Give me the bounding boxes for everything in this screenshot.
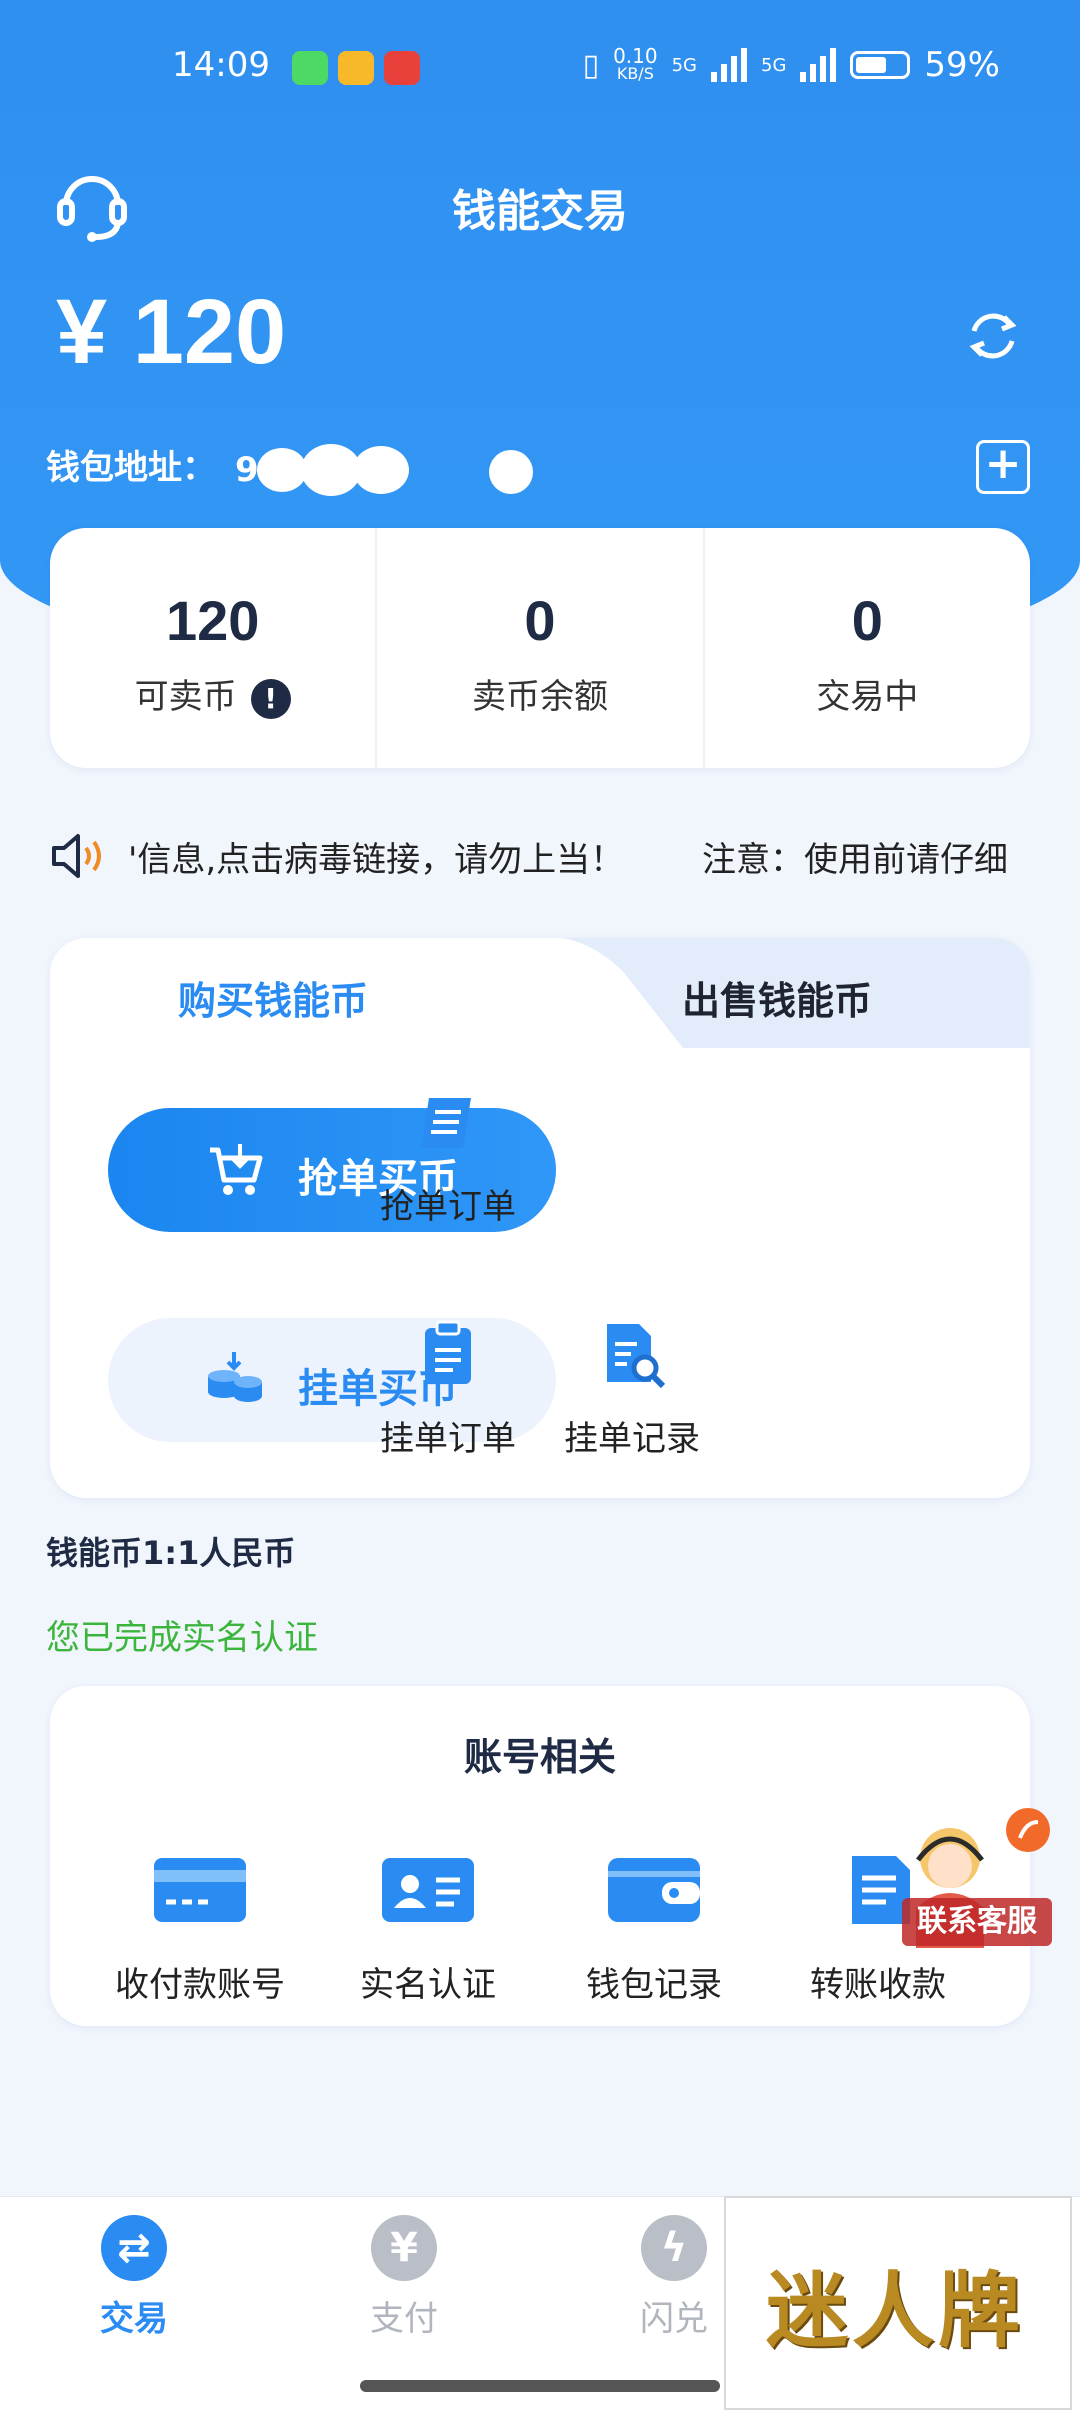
notice-marquee[interactable]: '信息,点击病毒链接，请勿上当！ 注意：使用前请仔细 [50, 830, 1040, 880]
cart-icon [210, 1144, 263, 1195]
speaker-icon [52, 834, 101, 878]
tab-trade-label: 交易 [100, 2299, 168, 2339]
notification-icons [292, 51, 420, 85]
tab-payment[interactable]: ¥ 支付 [324, 2215, 484, 2340]
grab-orders-label: 抢单订单 [380, 1187, 516, 1227]
lightning-icon: ϟ [641, 2215, 707, 2281]
net-speed: 0.10 KB/S [613, 44, 658, 83]
info-icon[interactable]: ! [250, 678, 291, 719]
stat-sellable: 120 可卖币! [50, 528, 375, 768]
trade-tabs: 购买钱能币 出售钱能币 [50, 938, 1030, 1048]
stat-label: 交易中 [816, 677, 919, 717]
watermark-text: 迷人牌 [766, 2263, 1025, 2359]
verification-status: 您已完成实名认证 [46, 1618, 318, 1658]
post-orders-label: 挂单订单 [380, 1419, 516, 1459]
stat-label-row: 可卖币! [50, 669, 375, 719]
tab-trade[interactable]: ⇄ 交易 [54, 2215, 214, 2340]
stat-value: 0 [851, 589, 883, 652]
post-records-label: 挂单记录 [564, 1419, 700, 1459]
transfer-label: 转账收款 [810, 1965, 946, 2005]
post-orders-link[interactable]: 挂单订单 [368, 1320, 528, 1460]
network-label-2: 5G [761, 54, 787, 76]
stat-trading: 0 交易中 [702, 528, 1030, 768]
wallet-records-item[interactable]: 钱包记录 [544, 1854, 764, 2006]
customer-service-label[interactable]: 联系客服 [902, 1898, 1052, 1946]
battery-icon [850, 51, 911, 79]
order-list-icon [421, 1098, 471, 1148]
home-indicator[interactable] [360, 2380, 720, 2392]
payment-account-item[interactable]: 收付款账号 [90, 1854, 310, 2006]
mail-app-icon [338, 51, 374, 85]
payment-account-label: 收付款账号 [115, 1965, 285, 2005]
yuan-icon: ¥ [371, 2215, 437, 2281]
stat-label: 可卖币 [134, 677, 237, 717]
wallet-address-value: 9. [235, 440, 545, 496]
exchange-rate-text: 钱能币1:1人民币 [46, 1534, 296, 1572]
trade-card: 购买钱能币 出售钱能币 抢单买币 抢单订单 挂单买币 挂单订单 挂单记录 [50, 938, 1030, 1498]
refresh-icon[interactable] [962, 305, 1024, 367]
coins-icon [208, 1352, 262, 1402]
vibrate-icon: ▯ [582, 47, 600, 83]
account-title: 账号相关 [463, 1735, 616, 1779]
balance-amount: ¥ 120 [56, 281, 287, 383]
status-bar: 14:09 ▯ 0.10 KB/S 5G 5G 59% [0, 45, 1080, 91]
stat-sell-balance: 0 卖币余额 [375, 528, 702, 768]
id-card-icon [382, 1858, 474, 1922]
wallet-records-label: 钱包记录 [586, 1965, 722, 2005]
net-speed-unit: KB/S [616, 64, 654, 83]
network-label-1: 5G [671, 54, 698, 76]
signal-icon [711, 48, 748, 82]
grab-orders-link[interactable]: 抢单订单 [368, 1088, 528, 1228]
exchange-icon: ⇄ [101, 2215, 167, 2281]
bank-card-icon [154, 1858, 246, 1922]
tab-buy[interactable]: 购买钱能币 [178, 970, 368, 1025]
real-name-item[interactable]: 实名认证 [318, 1854, 538, 2006]
tab-payment-label: 支付 [370, 2299, 438, 2339]
post-records-link[interactable]: 挂单记录 [552, 1320, 712, 1460]
account-card: 账号相关 收付款账号 实名认证 钱包记录 转账收款 [50, 1686, 1030, 2026]
tab-sell[interactable]: 出售钱能币 [682, 970, 872, 1025]
shopping-app-icon [384, 51, 420, 85]
message-app-icon [292, 51, 328, 85]
stat-value: 120 [165, 589, 260, 652]
document-search-icon [607, 1324, 666, 1389]
add-address-button[interactable]: + [976, 440, 1030, 494]
signal-icon-2 [800, 48, 837, 82]
clipboard-icon [425, 1320, 471, 1384]
wallet-address-label: 钱包地址： [46, 448, 216, 488]
battery-level: 59% [924, 45, 1000, 85]
notice-text-2: 注意：使用前请仔细 [702, 840, 1008, 880]
status-right: ▯ 0.10 KB/S 5G 5G 59% [583, 45, 1000, 85]
real-name-label: 实名认证 [360, 1965, 496, 2005]
wallet-icon [608, 1858, 700, 1922]
page-title: 钱能交易 [452, 186, 628, 237]
notice-text: '信息,点击病毒链接，请勿上当！ [128, 840, 625, 880]
stat-label: 卖币余额 [471, 677, 608, 717]
watermark-logo: 迷人牌 [724, 2196, 1072, 2410]
stat-value: 0 [524, 589, 556, 652]
net-speed-value: 0.10 [613, 44, 658, 68]
stats-card: 120 可卖币! 0 卖币余额 0 交易中 [50, 528, 1030, 768]
status-time: 14:09 [172, 45, 270, 85]
